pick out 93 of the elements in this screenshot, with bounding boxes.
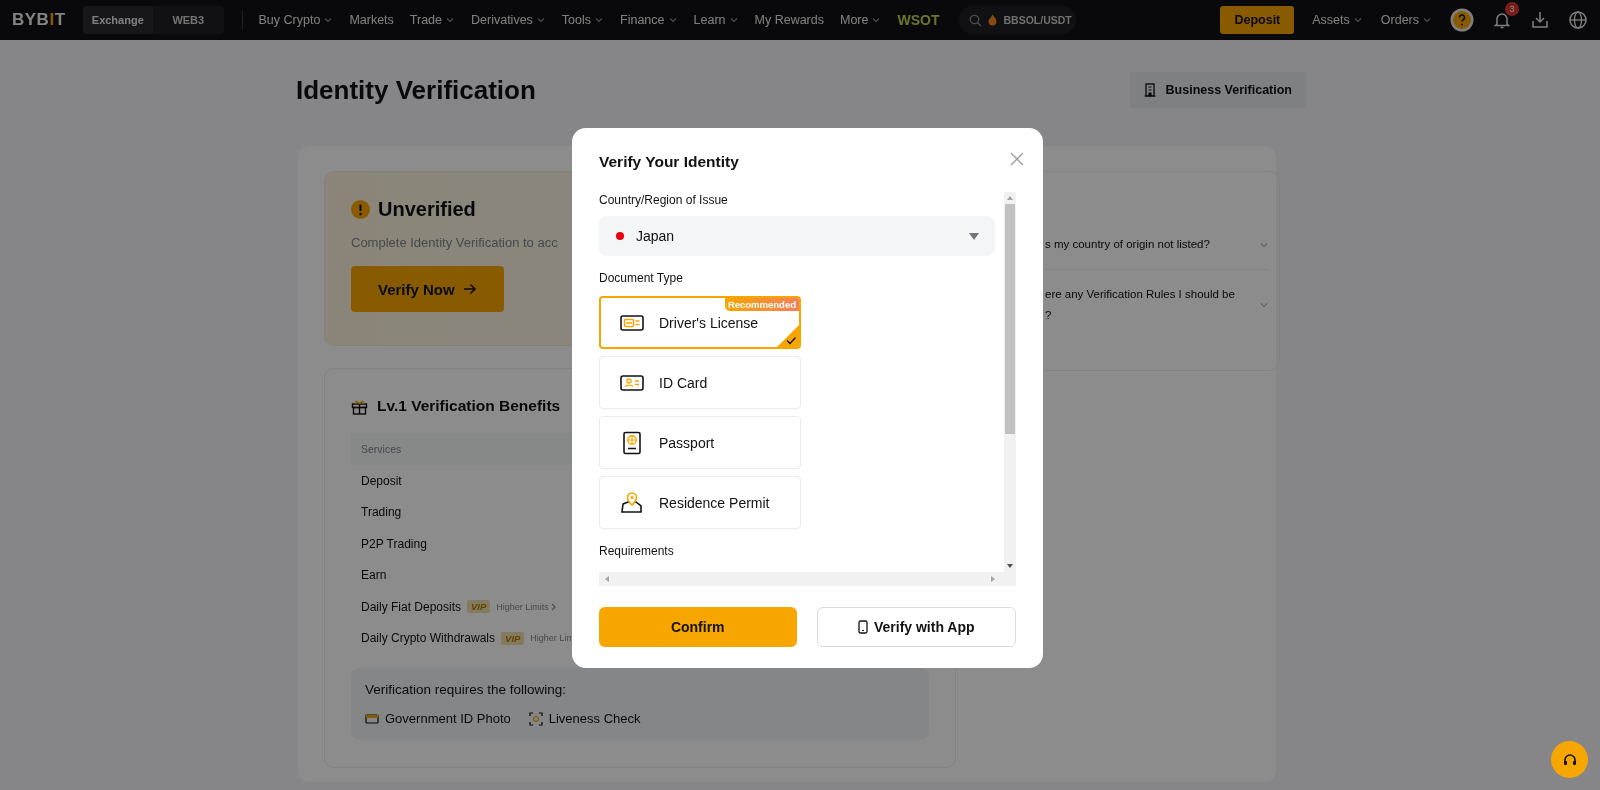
warning-icon [351,200,370,219]
flame-icon [988,14,998,26]
requirement-label: Government ID Photo [385,711,511,726]
deposit-button[interactable]: Deposit [1220,6,1295,34]
nav-link[interactable]: Markets [349,13,394,27]
requirement-label: Liveness Check [548,711,641,726]
license-card-icon [620,313,644,332]
scroll-right-icon [991,576,995,582]
chevron-right-icon [550,602,557,611]
table-cell: Deposit [361,473,402,488]
benefits-title: Lv.1 Verification Benefits [377,397,561,415]
faq-question[interactable]: s my country of origin not listed? [1045,234,1210,255]
table-cell: Trading [361,505,402,520]
field-label: Country/Region of Issue [599,192,729,208]
search-input[interactable]: BBSOL/USDT [1003,14,1074,26]
nav-link[interactable]: My Rewards [754,13,824,27]
scroll-left-icon [605,576,609,582]
document-type-option[interactable]: Recommended Driver's License [599,296,801,349]
scroll-up-icon [1007,196,1013,200]
chevron-down-icon [871,15,882,25]
vip-badge: VIP [467,600,491,614]
table-cell: Earn [361,568,387,583]
mode-tab[interactable]: Exchange [82,6,154,34]
scroll-down-icon [1007,564,1013,568]
chevron-down-icon [445,15,456,25]
support-button[interactable] [1551,741,1588,778]
field-label: Document Type [599,270,684,286]
higher-limits-link[interactable]: Higher Lim [530,633,574,644]
nav-link[interactable]: WSOT [897,12,940,28]
chevron-down-icon [728,15,739,25]
arrow-right-icon [462,283,477,295]
page-title: Identity Verification [296,74,536,106]
vip-badge: VIP [501,631,525,645]
selected-check-icon [777,325,799,347]
vertical-scrollbar[interactable] [1004,192,1016,572]
building-icon [1143,83,1156,97]
chevron-down-icon [594,15,605,25]
nav-link[interactable]: Trade [409,13,456,27]
id-card-icon [365,712,379,725]
logo[interactable]: BYBIT [12,10,66,30]
chevron-down-icon [1422,15,1432,25]
location-pin-icon [619,490,645,515]
status-description: Complete Identity Verification to acc [351,235,558,250]
nav-link[interactable]: Learn [693,13,739,27]
nav-link[interactable]: Assets [1312,13,1363,27]
horizontal-scrollbar[interactable] [599,572,1016,586]
headset-icon [1561,751,1578,768]
verify-with-app-button[interactable]: Verify with App [816,607,1016,647]
dropdown-triangle-icon [969,232,979,240]
recommended-badge: Recommended [724,298,799,311]
verify-now-button[interactable]: Verify Now [351,266,504,312]
table-cell: Daily Crypto Withdrawals [361,631,496,646]
field-label: Requirements [599,543,675,559]
document-type-option[interactable]: ID Card [599,356,801,409]
nav-link[interactable]: Finance [620,13,678,27]
nav-link[interactable]: Buy Crypto [258,13,334,27]
chevron-down-icon [535,15,546,25]
notification-badge: 3 [1505,2,1519,16]
globe-icon[interactable] [1568,10,1588,30]
chevron-down-icon [667,15,678,25]
requirements-title: Verification requires the following: [365,682,568,697]
avatar-icon[interactable] [1450,8,1474,32]
chevron-down-icon [323,15,334,25]
nav-link[interactable]: Derivatives [471,13,546,27]
confirm-button[interactable]: Confirm [599,607,797,647]
faq-question[interactable]: ere any Verification Rules I should be ? [1045,284,1235,326]
chevron-down-icon [1259,300,1269,310]
passport-icon [622,430,642,455]
close-icon [1010,152,1024,166]
close-button[interactable] [1010,152,1024,166]
flag-dot-icon [616,232,624,240]
phone-icon [857,620,868,634]
higher-limits-link[interactable]: Higher Limits [496,601,557,612]
country-select[interactable]: Japan [599,216,995,256]
document-type-option[interactable]: Passport [599,416,801,469]
nav-link[interactable]: Tools [561,13,605,27]
nav-link[interactable]: More [840,13,882,27]
column-header: Services [361,443,402,455]
table-cell: Daily Fiat Deposits [361,599,462,614]
face-scan-icon [528,711,543,726]
modal-title: Verify Your Identity [599,153,739,171]
search-bar[interactable]: BBSOL/USDT [959,6,1077,34]
document-type-option[interactable]: Residence Permit [599,476,801,529]
nav-link[interactable]: Orders [1380,13,1432,27]
download-icon[interactable] [1530,10,1550,30]
chevron-down-icon [1352,15,1363,25]
business-verification-button[interactable]: Business Verification [1129,72,1306,108]
id-card-icon [620,373,644,392]
bell-icon[interactable] [1492,10,1512,30]
search-icon [969,13,983,27]
status-title: Unverified [378,198,476,221]
mode-tab[interactable]: WEB3 [153,6,224,34]
table-cell: P2P Trading [361,536,427,551]
